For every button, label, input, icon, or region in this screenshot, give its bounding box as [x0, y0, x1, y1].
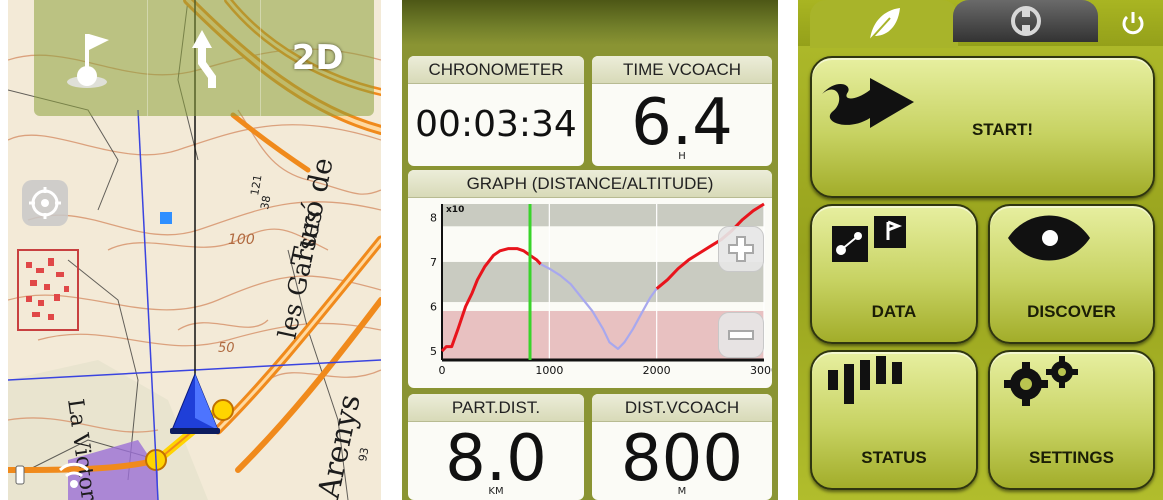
map-toolbar: 2D [34, 0, 374, 116]
chart-band-1 [442, 261, 764, 303]
part-dist-value: 8.0 [445, 422, 547, 496]
map-spot-93: 93 [356, 446, 371, 462]
chart-y-tick-label: 5 [430, 345, 437, 358]
time-vcoach-unit: H [678, 151, 686, 162]
chart-y-multiplier: x10 [446, 205, 464, 215]
chart-y-tick-label: 6 [430, 301, 437, 314]
chart-x-tick-label: 2000 [643, 364, 671, 377]
status-button[interactable]: STATUS [810, 350, 978, 490]
time-vcoach-title: TIME VCOACH [592, 56, 772, 84]
menu-tab-bar [798, 0, 1163, 48]
chart-x-tick-label: 0 [439, 364, 446, 377]
data-label: DATA [871, 302, 917, 321]
data-button[interactable]: DATA [810, 204, 978, 344]
part-dist-title: PART.DIST. [408, 394, 584, 422]
dashboard-topbar [402, 0, 778, 45]
start-label: START! [971, 120, 1034, 139]
start-button[interactable]: START! [810, 56, 1155, 198]
chart-band-0 [442, 204, 764, 227]
settings-label: SETTINGS [1028, 448, 1114, 467]
tab-dashboard[interactable] [953, 0, 1098, 42]
status-label: STATUS [861, 448, 927, 467]
chart-x-tick-label: 1000 [535, 364, 563, 377]
time-vcoach-tile[interactable]: TIME VCOACH 6.4 H [592, 56, 772, 166]
settings-button[interactable]: SETTINGS [988, 350, 1155, 490]
gps-target-icon [29, 187, 61, 219]
dist-vcoach-unit: M [677, 486, 687, 497]
dist-vcoach-tile[interactable]: DIST.VCOACH 800 M [592, 394, 772, 500]
dashboard-view: CHRONOMETER 00:03:34 TIME VCOACH 6.4 H G… [402, 0, 778, 500]
dist-vcoach-title: DIST.VCOACH [592, 394, 772, 422]
chart-y-tick-label: 8 [430, 211, 437, 224]
chronometer-value: 00:03:34 [415, 104, 577, 145]
graph-title: GRAPH (DISTANCE/ALTITUDE) [408, 170, 772, 198]
dashboard-icon [1010, 6, 1041, 36]
status-bars-icon [828, 356, 902, 404]
navigation-mode-button[interactable] [148, 0, 262, 116]
tab-eco[interactable] [810, 0, 958, 48]
time-vcoach-value: 6.4 [631, 86, 733, 160]
part-dist-tile[interactable]: PART.DIST. 8.0 KM [408, 394, 584, 500]
navigation-arrow-icon [192, 30, 216, 88]
dist-vcoach-value: 800 [620, 422, 744, 496]
view-2d-button[interactable]: 2D [261, 0, 374, 116]
eco-leaf-icon [869, 8, 900, 41]
eye-icon [1008, 215, 1090, 261]
discover-button[interactable]: DISCOVER [988, 204, 1155, 344]
zoom-in-button[interactable] [718, 226, 764, 272]
gears-icon [1004, 356, 1078, 406]
power-icon [1122, 12, 1144, 35]
view-2d-label: 2D [291, 38, 344, 78]
chronometer-tile[interactable]: CHRONOMETER 00:03:34 [408, 56, 584, 166]
center-location-button[interactable] [22, 180, 68, 226]
plus-icon [728, 236, 754, 262]
flag-button[interactable] [34, 0, 148, 116]
altitude-chart[interactable]: x10 5 6 7 8 0 1000 2000 3000 [408, 198, 772, 388]
main-menu-view: START! DATA DISCOVER STATUS SETTINGS [798, 0, 1163, 500]
minus-icon [728, 330, 754, 340]
chronometer-title: CHRONOMETER [408, 56, 584, 84]
altitude-graph-tile[interactable]: GRAPH (DISTANCE/ALTITUDE) x10 5 6 7 8 0 1000 20… [408, 170, 772, 388]
map-contour-100: 100 [228, 232, 255, 248]
zoom-out-button[interactable] [718, 312, 764, 358]
data-icon [832, 216, 906, 262]
map-view[interactable]: Turó de les Garses La Victoria Arenys 10… [8, 0, 381, 500]
chart-y-tick-label: 7 [430, 256, 437, 269]
power-button[interactable] [1113, 8, 1153, 38]
discover-label: DISCOVER [1027, 302, 1116, 321]
chart-band-2 [442, 310, 764, 360]
map-contour-50: 50 [218, 341, 235, 356]
part-dist-unit: KM [488, 486, 504, 497]
flag-map-icon [67, 34, 110, 88]
chart-x-tick-label: 3000 [750, 364, 772, 377]
